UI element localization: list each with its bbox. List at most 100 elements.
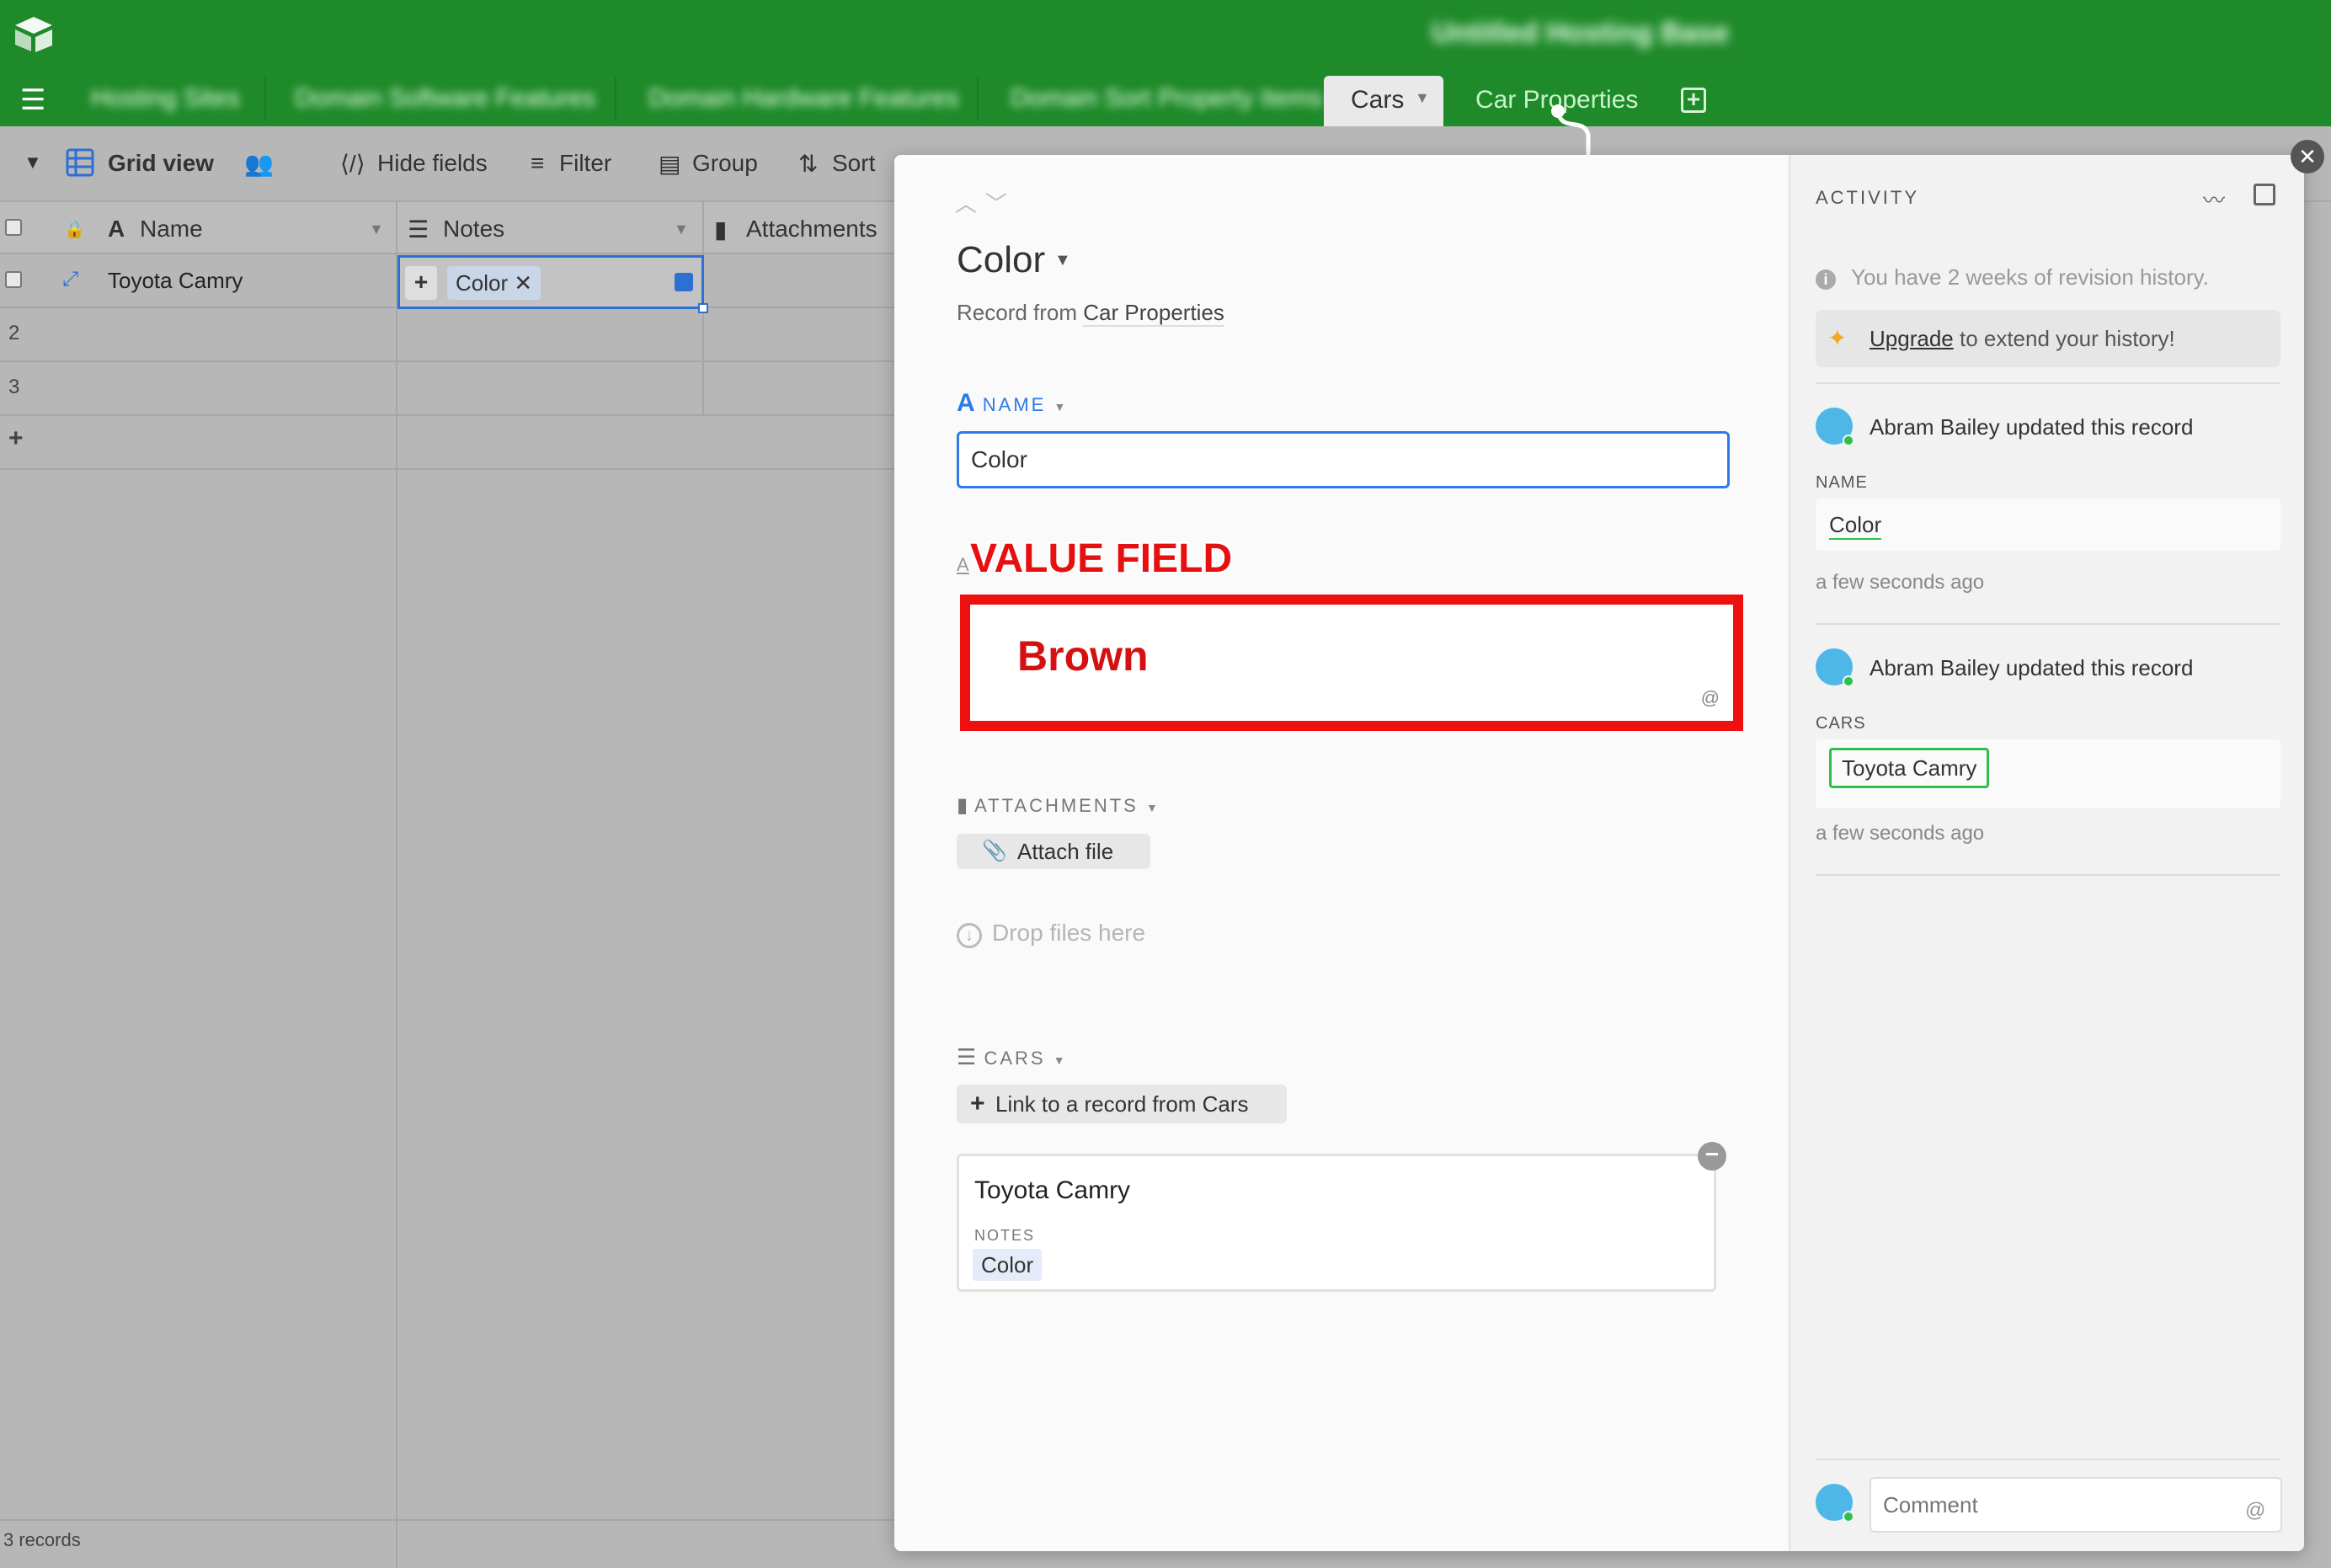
grid-view-icon <box>66 148 94 177</box>
tab-divider <box>615 77 616 121</box>
tab-domain-sort[interactable]: Domain Sort Property Items <box>1011 84 1322 118</box>
attachment-icon: ▮ <box>714 216 728 243</box>
expand-record-icon[interactable]: ⤢ <box>62 268 78 291</box>
active-cell-notes[interactable]: + Color ✕ <box>397 255 708 313</box>
tab-domain-software[interactable]: Domain Software Features <box>295 84 598 118</box>
activity-value: Color <box>1829 512 1882 540</box>
drop-zone[interactable]: ↓ Drop files here <box>957 920 1145 948</box>
tab-divider <box>264 77 266 121</box>
revision-info-text: You have 2 weeks of revision history. <box>1851 264 2209 290</box>
chevron-down-icon[interactable]: ▼ <box>1054 251 1071 270</box>
group-button[interactable]: Group <box>692 150 758 177</box>
link-field-icon: ☰ <box>957 1044 977 1069</box>
chevron-down-icon[interactable]: ▼ <box>1053 1053 1068 1067</box>
column-header-notes[interactable]: Notes <box>443 216 504 243</box>
base-title[interactable]: Untitled Hosting Base <box>1432 17 1768 51</box>
at-icon[interactable]: @ <box>1701 687 1720 709</box>
linked-record-title: Toyota Camry <box>974 1176 1131 1204</box>
filter-button[interactable]: Filter <box>559 150 611 177</box>
download-icon: ↓ <box>957 923 982 948</box>
activity-divider <box>1816 382 2280 384</box>
chevron-down-icon[interactable]: ▼ <box>1053 400 1068 413</box>
record-nav-arrows[interactable]: ︿﹀ <box>955 187 1016 218</box>
activity-value-box: Toyota Camry <box>1816 739 2280 808</box>
online-status-dot <box>1843 675 1854 687</box>
attach-file-button[interactable]: 📎 Attach file <box>957 834 1150 869</box>
sparkle-icon: ✦ <box>1827 325 1848 351</box>
activity-title: ACTIVITY <box>1816 187 1920 208</box>
paperclip-icon: 📎 <box>982 840 1007 862</box>
activity-linked-chip[interactable]: Toyota Camry <box>1829 748 1990 788</box>
name-input[interactable] <box>957 431 1730 488</box>
chevron-down-icon[interactable]: ▼ <box>1415 89 1430 107</box>
activity-field-name: CARS <box>1816 714 1866 733</box>
tab-domain-hardware[interactable]: Domain Hardware Features <box>648 84 960 118</box>
record-title[interactable]: Color <box>957 239 1045 281</box>
row-checkbox[interactable] <box>5 271 22 288</box>
record-detail: ︿﹀ Color ▼ Record from Car Properties A … <box>894 155 1789 1551</box>
activity-user: Abram Bailey updated this record <box>1870 655 2194 680</box>
views-toggle-icon[interactable]: ▼ <box>24 152 42 173</box>
top-bar: Untitled Hosting Base ☰ Hosting Sites Do… <box>0 0 2331 126</box>
upgrade-link[interactable]: Upgrade <box>1870 326 1954 351</box>
logo-icon[interactable] <box>13 15 54 52</box>
value-field-input[interactable]: Brown @ <box>960 595 1743 731</box>
avatar-icon[interactable] <box>1816 1484 1854 1523</box>
link-record-label: Link to a record from Cars <box>995 1091 1249 1117</box>
close-icon[interactable]: ✕ <box>514 270 532 296</box>
at-icon[interactable]: @ <box>2245 1499 2265 1523</box>
column-header-name[interactable]: Name <box>140 216 203 243</box>
table-row[interactable]: 3 <box>0 362 901 416</box>
attach-file-label: Attach file <box>1017 839 1114 864</box>
add-row-button[interactable]: + <box>8 424 24 453</box>
comment-divider <box>1816 1459 2280 1460</box>
rss-icon[interactable]: 〰 <box>2203 184 2225 215</box>
hide-fields-button[interactable]: Hide fields <box>377 150 488 177</box>
linked-record-chip[interactable]: Color ✕ <box>447 266 541 300</box>
avatar-icon[interactable] <box>1816 648 1854 687</box>
collaborators-icon[interactable]: 👥 <box>244 150 274 178</box>
tab-hosting-sites[interactable]: Hosting Sites <box>91 84 243 118</box>
close-icon[interactable]: ✕ <box>2291 140 2324 173</box>
chevron-down-icon[interactable]: ▼ <box>1146 801 1160 814</box>
activity-divider <box>1816 874 2280 876</box>
value-field-icon: A <box>957 554 969 575</box>
tab-cars[interactable]: Cars ▼ <box>1324 76 1443 126</box>
row-number: 2 <box>8 322 20 344</box>
record-source: Record from Car Properties <box>957 300 1224 327</box>
grid-header: 🔒 A Name ▼ ☰ Notes ▼ ▮ Attachments <box>0 202 901 254</box>
activity-user: Abram Bailey updated this record <box>1870 414 2194 440</box>
linked-record-notes-label: NOTES <box>974 1227 1036 1244</box>
record-source-table-link[interactable]: Car Properties <box>1083 300 1224 327</box>
table-row[interactable]: 2 <box>0 308 901 362</box>
link-record-button[interactable]: + Link to a record from Cars <box>957 1085 1287 1123</box>
sort-icon: ⇅ <box>798 151 819 177</box>
activity-timestamp: a few seconds ago <box>1816 822 1985 845</box>
group-icon: ▤ <box>659 151 681 177</box>
chevron-down-icon[interactable]: ▼ <box>674 221 689 238</box>
select-all-checkbox[interactable] <box>5 219 22 236</box>
activity-value-box: Color <box>1816 499 2280 551</box>
comment-input[interactable] <box>1870 1477 2282 1533</box>
cell-name[interactable]: Toyota Camry <box>108 268 243 294</box>
upgrade-banner: ✦ Upgrade to extend your history! <box>1816 310 2280 367</box>
online-status-dot <box>1843 1511 1854 1523</box>
long-text-icon: ☰ <box>408 216 429 243</box>
plus-icon: + <box>970 1090 985 1117</box>
expand-cell-icon[interactable] <box>675 273 693 291</box>
add-table-button[interactable]: + <box>1681 88 1706 113</box>
sort-button[interactable]: Sort <box>832 150 875 177</box>
avatar-icon[interactable] <box>1816 408 1854 446</box>
collapse-panel-icon[interactable] <box>2254 184 2275 205</box>
remove-link-button[interactable]: − <box>1698 1142 1726 1171</box>
linked-record-card[interactable]: Toyota Camry NOTES Color <box>957 1154 1716 1292</box>
add-row[interactable]: + <box>0 416 901 470</box>
add-link-button[interactable]: + <box>405 266 437 300</box>
chevron-down-icon[interactable]: ▼ <box>369 221 384 238</box>
view-name[interactable]: Grid view <box>108 150 214 177</box>
menu-icon[interactable]: ☰ <box>20 86 45 115</box>
activity-timestamp: a few seconds ago <box>1816 571 1985 594</box>
record-modal: ︿﹀ Color ▼ Record from Car Properties A … <box>894 155 2304 1551</box>
activity-field-name: NAME <box>1816 473 1868 492</box>
column-header-attachments[interactable]: Attachments <box>746 216 877 243</box>
